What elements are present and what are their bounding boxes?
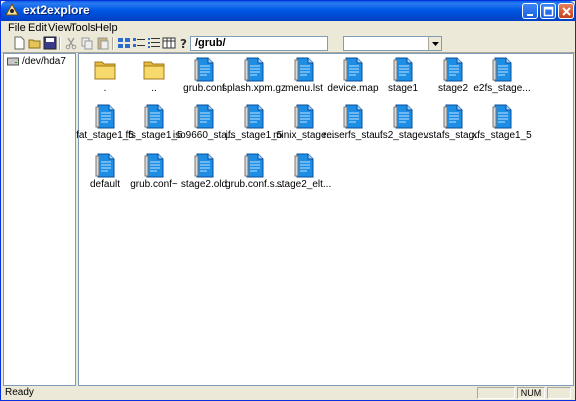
maximize-icon [543, 6, 554, 17]
file-icon [144, 104, 164, 129]
toolbar-separator [112, 37, 114, 50]
close-button[interactable] [558, 3, 574, 19]
copy-icon[interactable] [80, 36, 94, 50]
tree-pane[interactable]: /dev/hda7 [3, 53, 76, 386]
file-item[interactable]: default [80, 152, 130, 198]
file-icon [244, 153, 264, 178]
maximize-button[interactable] [540, 3, 556, 19]
chevron-down-icon [432, 42, 439, 46]
menu-help[interactable]: Help [95, 22, 118, 34]
path-input[interactable]: /grub/ [190, 36, 328, 51]
title-bar[interactable]: ext2explore [1, 1, 575, 21]
menu-edit[interactable]: Edit [28, 22, 47, 34]
new-file-icon[interactable] [12, 36, 26, 50]
file-item[interactable]: splash.xpm.gz [222, 56, 286, 102]
file-label: e2fs_stage... [473, 83, 531, 94]
folder-icon [143, 61, 165, 80]
svg-text:?: ? [180, 37, 187, 50]
list-view-icon[interactable] [147, 36, 161, 50]
toolbar-separator [59, 37, 61, 50]
file-icon [443, 104, 463, 129]
app-icon [5, 3, 19, 16]
file-icon [492, 104, 512, 129]
file-icon [95, 104, 115, 129]
file-item[interactable]: grub.conf [179, 56, 229, 102]
combo-dropdown-button[interactable] [428, 37, 441, 50]
filesystem-combo[interactable] [343, 36, 442, 51]
drive-icon [7, 57, 19, 66]
num-lock-indicator: NUM [517, 387, 545, 399]
menu-view[interactable]: View [48, 22, 72, 34]
file-icon [294, 104, 314, 129]
file-icon [194, 153, 214, 178]
window-title: ext2explore [23, 3, 90, 17]
folder-icon [94, 61, 116, 80]
file-icon [244, 104, 264, 129]
file-icon [294, 153, 314, 178]
file-item[interactable]: stage2 [428, 56, 478, 102]
file-item[interactable]: e2fs_stage... [473, 56, 531, 102]
status-panel-empty [547, 387, 571, 399]
file-item[interactable]: . [80, 56, 130, 102]
menu-bar: File Edit View Tools Help [2, 21, 575, 35]
file-item[interactable]: .. [129, 56, 179, 102]
help-icon[interactable]: ? [177, 36, 191, 50]
menu-file[interactable]: File [8, 22, 26, 34]
file-item[interactable]: fat_stage1_5 [76, 103, 134, 149]
file-item[interactable]: device.map [327, 56, 379, 102]
file-item[interactable]: iso9660_sta... [173, 103, 235, 149]
file-item[interactable]: minix_stage... [273, 103, 335, 149]
file-item[interactable]: reiserfs_sta... [323, 103, 383, 149]
file-pane[interactable]: ... grub.conf splash.xpm.gz menu.lst device.… [76, 53, 574, 386]
app-window: ext2explore File Edit View Tools Help ? … [0, 0, 576, 401]
file-item[interactable]: stage1 [378, 56, 428, 102]
menu-tools[interactable]: Tools [70, 22, 96, 34]
tree-item-label: /dev/hda7 [22, 56, 66, 67]
file-item[interactable]: ufs2_stage... [374, 103, 432, 149]
cut-icon[interactable] [64, 36, 78, 50]
toolbar: ? /grub/ [2, 35, 575, 53]
status-bar: Ready NUM [2, 386, 575, 400]
file-icon [95, 153, 115, 178]
file-item[interactable]: xfs_stage1_5 [472, 103, 532, 149]
file-item[interactable]: vstafs_stag... [424, 103, 482, 149]
status-panel-empty [477, 387, 515, 399]
file-icon [492, 57, 512, 82]
open-folder-icon[interactable] [28, 36, 42, 50]
file-icon [294, 57, 314, 82]
large-icons-view-icon[interactable] [117, 36, 131, 50]
file-icon [443, 57, 463, 82]
file-icon [244, 57, 264, 82]
file-icon [144, 153, 164, 178]
status-text: Ready [5, 387, 34, 398]
file-icon [343, 104, 363, 129]
file-icon [393, 104, 413, 129]
file-icon [194, 57, 214, 82]
close-icon [562, 7, 571, 16]
file-icon [393, 57, 413, 82]
file-icon [343, 57, 363, 82]
details-view-icon[interactable] [162, 36, 176, 50]
file-item[interactable]: jfs_stage1_5 [226, 103, 282, 149]
file-item[interactable]: grub.conf.s... [225, 152, 283, 198]
file-label: xfs_stage1_5 [472, 130, 532, 141]
save-icon[interactable] [43, 36, 57, 50]
file-item[interactable]: menu.lst [279, 56, 329, 102]
paste-icon[interactable] [96, 36, 110, 50]
file-icon [194, 104, 214, 129]
minimize-icon [527, 14, 533, 16]
minimize-button[interactable] [522, 3, 538, 19]
file-item[interactable]: stage2.old [179, 152, 229, 198]
file-item[interactable]: ffs_stage1_5 [125, 103, 183, 149]
file-item[interactable]: grub.conf~ [129, 152, 179, 198]
file-item[interactable]: stage2_elt... [277, 152, 331, 198]
file-label: stage2_elt... [276, 179, 332, 190]
small-icons-view-icon[interactable] [132, 36, 146, 50]
